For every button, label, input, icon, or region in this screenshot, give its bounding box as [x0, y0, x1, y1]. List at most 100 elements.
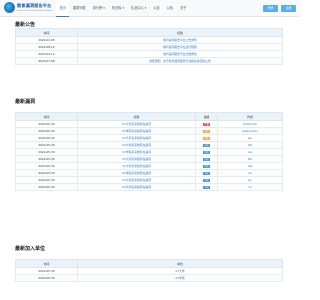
vulnerability-title-link[interactable]: XX大学某系统存在漏洞 [77, 155, 196, 163]
severity-badge: 中危 [202, 164, 211, 169]
vulnerability-level: 中危 [195, 155, 218, 163]
vulnerability-author-link[interactable]: Ql [217, 183, 283, 191]
announcement-title-link[interactable]: 教育漏洞报告平台合规通知 [77, 50, 283, 58]
vulnerability-level: 中危 [195, 176, 218, 184]
nav-item[interactable]: 首页 [56, 0, 70, 17]
announcement-date: 2023-07-06 [15, 57, 78, 65]
vulnerability-row[interactable]: 2024-05-30 XX大学某系统存在漏洞 中危 Ql [15, 183, 283, 191]
vulnerability-date: 2024-05-30 [15, 127, 78, 135]
vulnerability-author-link[interactable]: GQ [217, 162, 283, 170]
announcement-row[interactable]: 2022-08-12 教育漏洞报告平台运行规则 [15, 43, 283, 51]
announcement-title-link[interactable]: 教育漏洞报告平台运行规则 [77, 43, 283, 51]
vulnerability-level: 中危 [195, 162, 218, 170]
severity-badge: 中危 [202, 150, 211, 155]
unit-name-link[interactable]: XX大学 [77, 267, 283, 275]
vulnerability-row[interactable]: 2024-05-30 XX学院某系统存在漏洞 中危 ali [15, 169, 283, 177]
nav-item[interactable]: 公告 [150, 0, 163, 17]
vulnerability-level: 中危 [195, 141, 218, 149]
announcement-row[interactable]: 2023-07-06 重要通知：关于教育漏洞报告平台相关事宜的公告 [15, 57, 283, 65]
vulnerability-title-link[interactable]: XX大学某系统存在漏洞 [77, 176, 196, 184]
vulnerability-date: 2024-05-30 [15, 183, 78, 191]
vulnerability-row[interactable]: 2024-05-30 XX学院某系统存在漏洞 中危 xxx [15, 148, 283, 156]
main-nav: 首页 漏洞列表 排行榜 ▾ 知识库 ▾ 礼品中心 ▾ 公告 公告 关于 [56, 0, 190, 17]
vulnerability-row[interactable]: 2024-05-30 XX大学某系统存在漏洞 中危 zjy [15, 176, 283, 184]
vulnerability-date: 2024-05-30 [15, 141, 78, 149]
vulnerability-author-link[interactable]: Atk [217, 141, 283, 149]
unit-row[interactable]: 2024-05-30 XX大学 [15, 267, 283, 275]
vulnerability-row[interactable]: 2024-05-30 XX大学某系统存在漏洞 中危 zjp [15, 134, 283, 142]
vulnerability-level: 中危 [195, 127, 218, 135]
announcements-title: 最新公告 [15, 22, 36, 28]
vulnerability-author-link[interactable]: zjp [217, 134, 283, 142]
severity-badge: 中危 [202, 185, 211, 190]
column-header-unit: 单位 [77, 259, 283, 268]
vulnerability-row[interactable]: 2024-05-30 XX大学某系统存在漏洞 中危 Ba [15, 155, 283, 163]
vulnerability-title-link[interactable]: XX学院某系统存在漏洞 [77, 148, 196, 156]
vulnerability-author-link[interactable]: HACK-Cdb [217, 120, 283, 128]
unit-name-link[interactable]: XX学院 [77, 274, 283, 282]
unit-date: 2024-05-30 [15, 267, 78, 275]
announcement-title-link[interactable]: 重要通知：关于教育漏洞报告平台相关事宜的公告 [77, 57, 283, 65]
column-header-date: 时间 [15, 28, 78, 37]
vulnerability-title-link[interactable]: XX学院某系统存在漏洞 [77, 127, 196, 135]
announcement-row[interactable]: 2024-02-05 教育漏洞报告平台公告通知 [15, 36, 283, 44]
vulnerability-title-link[interactable]: XX大学某系统存在漏洞 [77, 120, 196, 128]
vulnerability-level: 严重 [195, 120, 218, 128]
severity-badge: 中危 [202, 178, 211, 183]
announcement-date: 2024-04-12 [15, 50, 78, 58]
brand-logo[interactable]: 教育漏洞报告平台 Education Vulnerability Report … [4, 2, 52, 13]
nav-item[interactable]: 排行榜 ▾ [89, 0, 108, 17]
vulnerability-date: 2024-05-30 [15, 134, 78, 142]
vulnerability-author-link[interactable]: Ba [217, 155, 283, 163]
nav-item[interactable]: 公告 [163, 0, 176, 17]
nav-item[interactable]: 知识库 ▾ [108, 0, 127, 17]
announcement-date: 2022-08-12 [15, 43, 78, 51]
nav-item[interactable]: 关于 [177, 0, 190, 17]
unit-row[interactable]: 2024-05-30 XX学院 [15, 274, 283, 282]
vulnerability-date: 2024-05-30 [15, 120, 78, 128]
new-units-title: 最新加入单位 [15, 246, 46, 252]
vulnerabilities-title: 最新漏洞 [15, 99, 36, 105]
announcement-row[interactable]: 2024-04-12 教育漏洞报告平台合规通知 [15, 50, 283, 58]
column-header-date: 时间 [15, 259, 78, 268]
column-header-author: 作者 [217, 112, 283, 121]
column-header-level: 等级 [195, 112, 218, 121]
vulnerability-row[interactable]: 2024-05-30 XX学院某系统存在漏洞 中危 apple-Ledu [15, 127, 283, 135]
vulnerability-row[interactable]: 2024-05-30 XX大学某系统存在漏洞 中危 Atk [15, 141, 283, 149]
vulnerability-author-link[interactable]: zjy [217, 176, 283, 184]
vulnerability-level: 中危 [195, 183, 218, 191]
vulnerability-level: 中危 [195, 148, 218, 156]
vulnerability-row[interactable]: 2024-05-30 XX大学某系统存在漏洞 严重 HACK-Cdb [15, 120, 283, 128]
top-navigation-bar: 教育漏洞报告平台 Education Vulnerability Report … [0, 0, 300, 17]
severity-badge: 中危 [202, 157, 211, 162]
nav-item[interactable]: 礼品中心 ▾ [128, 0, 150, 17]
login-button[interactable]: 登录 [263, 4, 278, 12]
brand-title: 教育漏洞报告平台 [17, 3, 52, 9]
vulnerability-title-link[interactable]: XX大学某系统存在漏洞 [77, 141, 196, 149]
announcement-title-link[interactable]: 教育漏洞报告平台公告通知 [77, 36, 283, 44]
nav-item[interactable]: 漏洞列表 [69, 0, 89, 17]
vulnerability-title-link[interactable]: XX大学某系统存在漏洞 [77, 162, 196, 170]
vulnerability-author-link[interactable]: apple-Ledu [217, 127, 283, 135]
vulnerability-author-link[interactable]: ali [217, 169, 283, 177]
vulnerability-date: 2024-05-30 [15, 155, 78, 163]
severity-badge: 中危 [202, 129, 211, 134]
column-header-title: 标题 [77, 112, 196, 121]
vulnerability-author-link[interactable]: xxx [217, 148, 283, 156]
column-header-title: 标题 [77, 28, 283, 37]
severity-badge: 中危 [202, 171, 211, 176]
vulnerability-date: 2024-05-30 [15, 176, 78, 184]
vulnerability-title-link[interactable]: XX学院某系统存在漏洞 [77, 169, 196, 177]
logo-emblem-icon [4, 2, 15, 13]
brand-subtitle: Education Vulnerability Report Platform [17, 9, 53, 12]
column-header-date: 时间 [15, 112, 78, 121]
severity-badge: 中危 [202, 143, 211, 148]
new-units-table: 时间 单位 2024-05-30 XX大学 2024-05-30 XX学院 [15, 259, 283, 282]
announcements-table: 时间 标题 2024-02-05 教育漏洞报告平台公告通知 2022-08-12 教育… [15, 28, 283, 65]
vulnerabilities-table: 时间 标题 等级 作者 2024-05-30 XX大学某系统存在漏洞 严重 HACK-… [15, 112, 283, 191]
vulnerability-title-link[interactable]: XX大学某系统存在漏洞 [77, 134, 196, 142]
register-button[interactable]: 注册 [281, 4, 296, 12]
vulnerability-title-link[interactable]: XX大学某系统存在漏洞 [77, 183, 196, 191]
vulnerability-date: 2024-05-30 [15, 162, 78, 170]
vulnerability-row[interactable]: 2024-05-30 XX大学某系统存在漏洞 中危 GQ [15, 162, 283, 170]
